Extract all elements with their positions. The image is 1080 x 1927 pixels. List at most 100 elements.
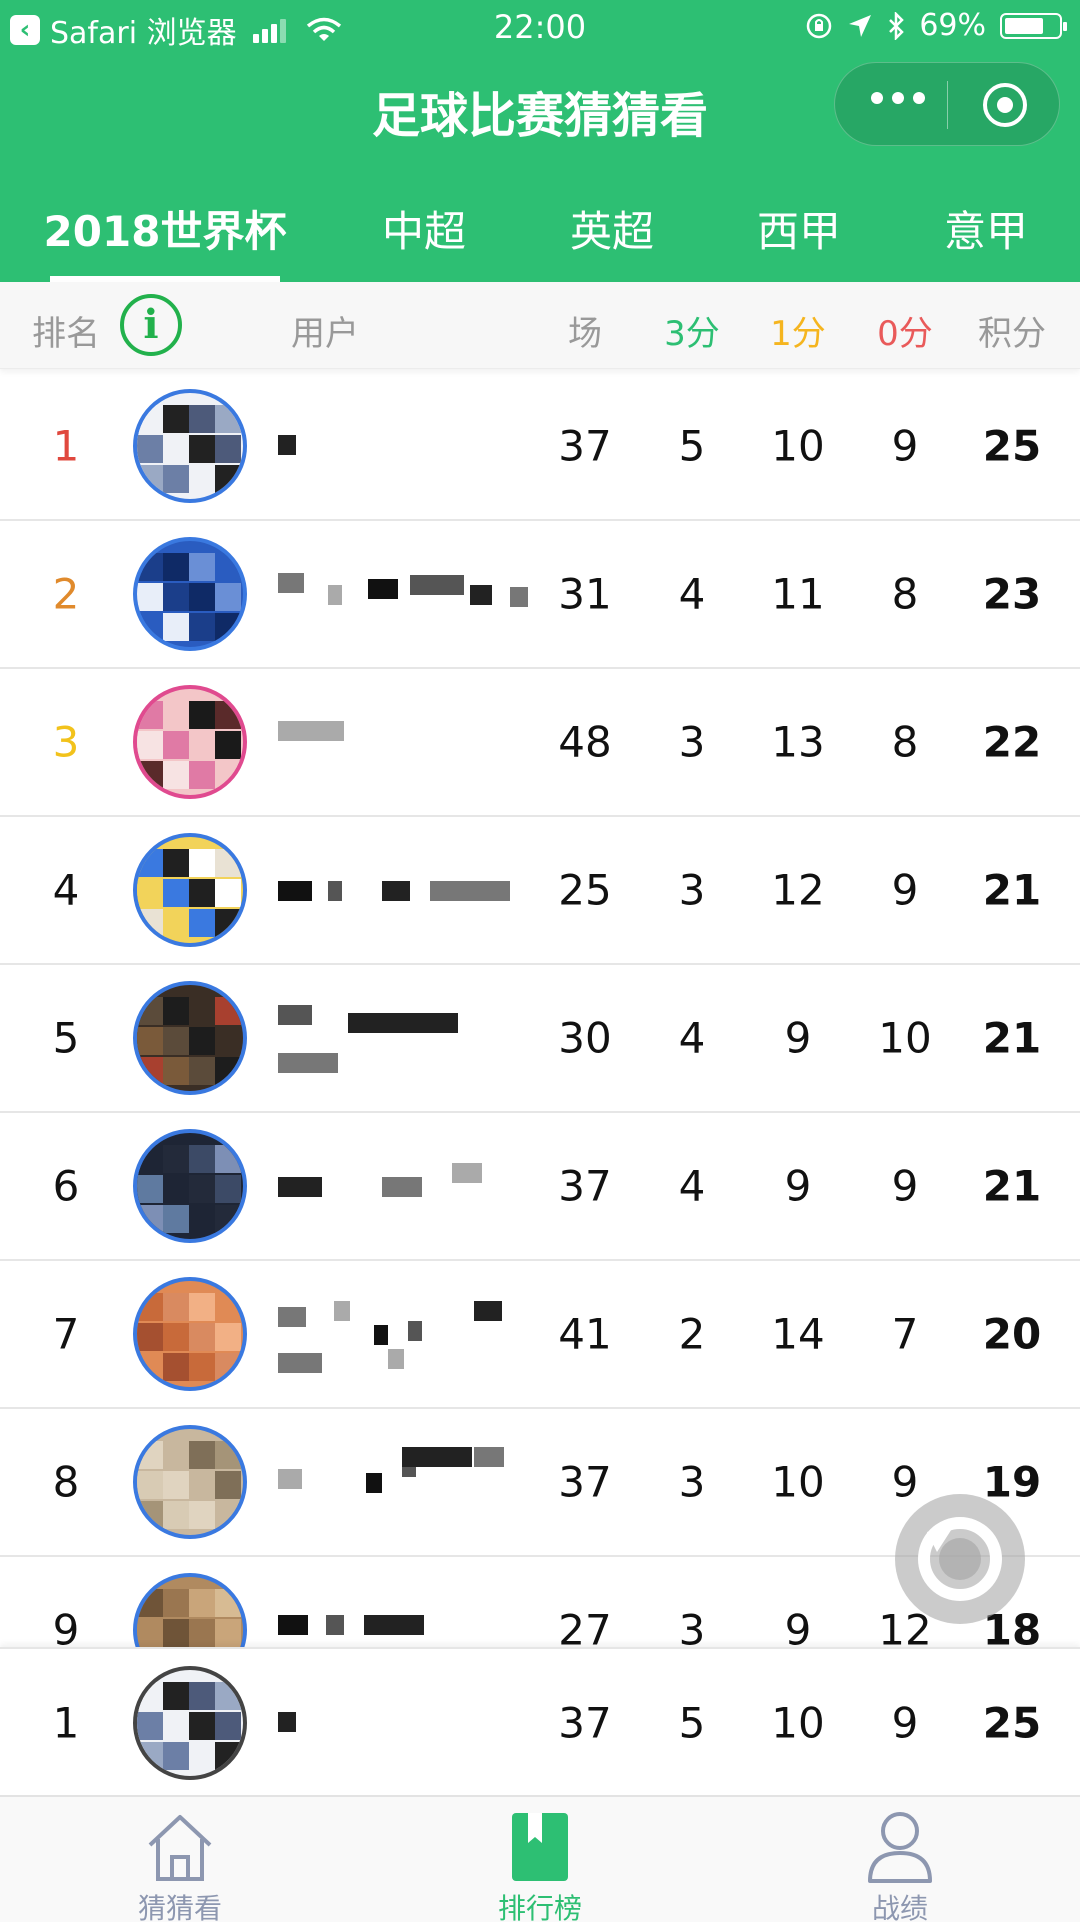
- games-cell: 41: [558, 1309, 612, 1359]
- avatar[interactable]: [133, 685, 247, 799]
- table-row[interactable]: 7 41 2 14 7 20: [0, 1261, 1080, 1409]
- avatar[interactable]: [133, 1573, 247, 1647]
- avatar[interactable]: [133, 1277, 247, 1391]
- name-pixel: [368, 579, 398, 599]
- tab-serie-a[interactable]: 意甲: [944, 198, 1028, 259]
- avatar-pixel: [163, 1027, 189, 1055]
- name-pixel: [278, 1712, 296, 1732]
- table-row[interactable]: 1 37 5 10 9 25: [0, 373, 1080, 521]
- tab-premier-league[interactable]: 英超: [570, 198, 654, 259]
- games-cell: 30: [558, 1013, 612, 1063]
- name-pixel: [470, 585, 492, 605]
- avatar-pixel: [215, 1742, 241, 1770]
- name-pixel: [278, 1353, 322, 1373]
- avatar-pixel: [137, 1057, 163, 1085]
- name-pixel: [364, 1615, 424, 1635]
- col-zero-points: 0分: [877, 314, 933, 354]
- name-pixel: [278, 1053, 338, 1073]
- avatar-pixel: [215, 435, 241, 463]
- total-points-cell: 21: [982, 1161, 1042, 1211]
- name-pixel: [334, 1301, 350, 1321]
- info-icon[interactable]: i: [120, 294, 182, 356]
- user-name-redacted: [278, 1447, 538, 1507]
- name-pixel: [402, 1447, 472, 1467]
- three-points-cell: 5: [678, 1698, 706, 1748]
- avatar-pixel: [163, 1441, 189, 1469]
- table-row[interactable]: 2 31 4 11 8 23: [0, 521, 1080, 669]
- avatar-pixel: [189, 1441, 215, 1469]
- avatar-pixel: [163, 583, 189, 611]
- my-ranking-row[interactable]: 1 37 5 10 9 25: [0, 1647, 1080, 1797]
- three-points-cell: 4: [678, 1161, 706, 1211]
- avatar-pixel: [189, 465, 215, 493]
- avatar-pixel: [189, 849, 215, 877]
- avatar[interactable]: [133, 1666, 247, 1780]
- avatar[interactable]: [133, 833, 247, 947]
- avatar-pixel: [137, 1145, 163, 1173]
- target-circle-icon[interactable]: [983, 83, 1027, 127]
- avatar-pixel: [137, 1712, 163, 1740]
- rank-cell: 5: [52, 1013, 80, 1063]
- avatar-pixel: [163, 1293, 189, 1321]
- tabbar-item-ranking[interactable]: 排行榜: [440, 1797, 640, 1925]
- user-name-redacted: [278, 1005, 538, 1073]
- refresh-button[interactable]: [895, 1494, 1025, 1624]
- avatar-pixel: [215, 1293, 241, 1321]
- zero-points-cell: 7: [891, 1309, 919, 1359]
- table-row[interactable]: 3 48 3 13 8 22: [0, 669, 1080, 817]
- avatar-pixel: [215, 731, 241, 759]
- one-point-cell: 13: [771, 717, 825, 767]
- table-row[interactable]: 4 25 3 12 9 21: [0, 817, 1080, 965]
- table-row[interactable]: 6 37 4 9 9 21: [0, 1113, 1080, 1261]
- avatar-pixel: [189, 1353, 215, 1381]
- avatar-pixel: [189, 1742, 215, 1770]
- rank-cell: 1: [52, 1698, 80, 1748]
- avatar[interactable]: [133, 981, 247, 1095]
- tabbar-label-guess: 猜猜看: [137, 1892, 222, 1925]
- avatar-pixel: [215, 1353, 241, 1381]
- total-points-cell: 25: [982, 421, 1042, 471]
- total-points-cell: 23: [982, 569, 1042, 619]
- three-points-cell: 3: [678, 717, 706, 767]
- one-point-cell: 10: [771, 1698, 825, 1748]
- avatar-pixel: [137, 1471, 163, 1499]
- avatar-pixel: [189, 613, 215, 641]
- name-pixel: [278, 1469, 302, 1489]
- avatar-pixel: [137, 405, 163, 433]
- user-name-redacted: [278, 865, 538, 915]
- avatar[interactable]: [133, 1129, 247, 1243]
- avatar-pixel: [137, 879, 163, 907]
- avatar-pixel: [163, 731, 189, 759]
- avatar-pixel: [215, 879, 241, 907]
- tab-csl[interactable]: 中超: [382, 198, 466, 259]
- user-name-redacted: [278, 1161, 538, 1211]
- name-pixel: [326, 1615, 344, 1635]
- tabbar-item-guess[interactable]: 猜猜看: [80, 1797, 280, 1925]
- avatar[interactable]: [133, 1425, 247, 1539]
- table-row[interactable]: 5 30 4 9 10 21: [0, 965, 1080, 1113]
- avatar[interactable]: [133, 389, 247, 503]
- tab-worldcup-2018[interactable]: 2018世界杯: [44, 198, 287, 259]
- avatar-pixel: [137, 583, 163, 611]
- name-pixel: [278, 881, 312, 901]
- user-name-redacted: [278, 421, 538, 471]
- miniprogram-capsule: [834, 62, 1060, 146]
- more-dots-icon[interactable]: [871, 92, 925, 104]
- name-pixel: [374, 1325, 388, 1345]
- avatar-pixel: [163, 435, 189, 463]
- avatar-pixel: [215, 405, 241, 433]
- tabbar-item-record[interactable]: 战绩: [800, 1797, 1000, 1925]
- zero-points-cell: 9: [891, 1698, 919, 1748]
- avatar-pixel: [163, 701, 189, 729]
- col-three-points: 3分: [664, 314, 720, 354]
- avatar-pixel: [215, 1205, 241, 1233]
- avatar-pixel: [215, 909, 241, 937]
- tab-la-liga[interactable]: 西甲: [757, 198, 841, 259]
- avatar-pixel: [215, 1712, 241, 1740]
- avatar[interactable]: [133, 537, 247, 651]
- home-icon: [148, 1815, 212, 1881]
- zero-points-cell: 9: [891, 1161, 919, 1211]
- rank-cell: 2: [52, 569, 80, 619]
- avatar-pixel: [163, 1682, 189, 1710]
- avatar-pixel: [137, 1501, 163, 1529]
